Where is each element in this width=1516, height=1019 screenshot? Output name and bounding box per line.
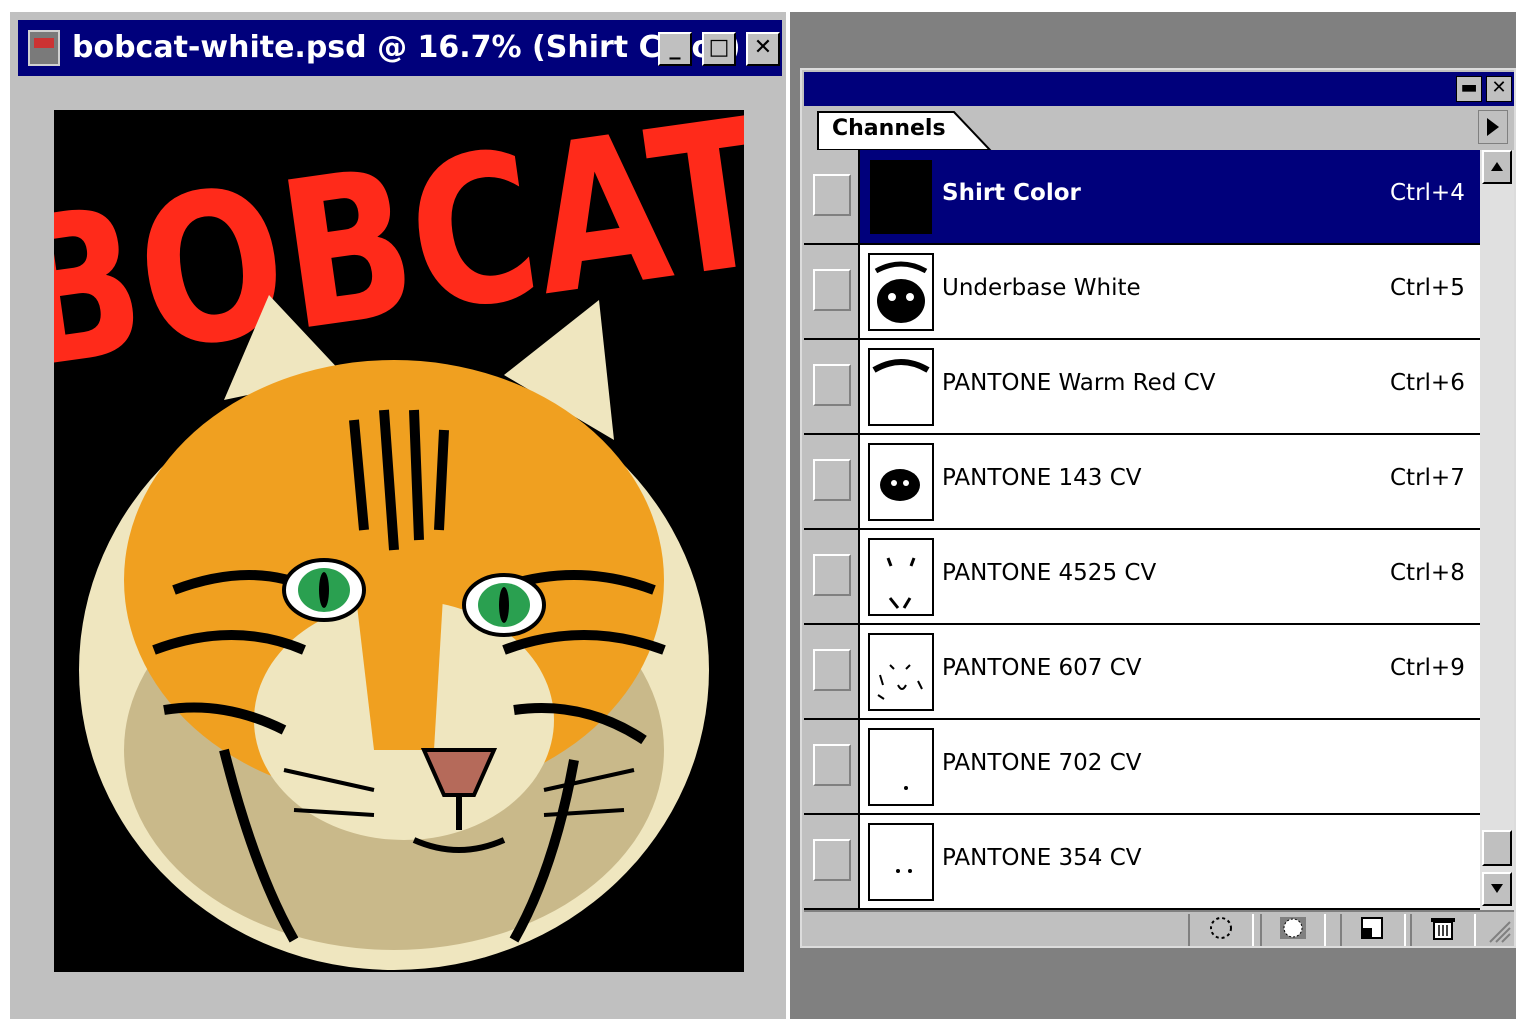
load-selection-button[interactable] [1188, 914, 1254, 946]
tab-channels[interactable]: Channels [832, 116, 946, 141]
new-channel-button[interactable] [1340, 914, 1406, 946]
channel-shortcut: Ctrl+9 [1390, 655, 1465, 681]
arrow-down-icon [1491, 884, 1503, 893]
arrow-up-icon [1491, 162, 1503, 171]
save-selection-button[interactable] [1260, 914, 1326, 946]
channel-name: PANTONE 4525 CV [942, 560, 1157, 586]
channel-thumbnail [868, 728, 934, 806]
palette-title-bar[interactable]: ▬ ✕ [804, 72, 1514, 106]
channel-row[interactable]: Underbase White Ctrl+5 [804, 245, 1480, 340]
channel-name: PANTONE 607 CV [942, 655, 1142, 681]
channel-name: PANTONE 354 CV [942, 845, 1142, 871]
channel-name: Shirt Color [942, 180, 1081, 206]
channel-shortcut: Ctrl+4 [1390, 180, 1465, 206]
close-icon: ✕ [753, 35, 773, 60]
palette-button-bar [804, 910, 1514, 946]
eye-icon [813, 649, 851, 691]
eye-icon [813, 459, 851, 501]
channel-shortcut: Ctrl+8 [1390, 560, 1465, 586]
channel-thumbnail [868, 253, 934, 331]
palette-minimize-button[interactable]: ▬ [1456, 76, 1482, 102]
channel-thumbnail [868, 443, 934, 521]
channel-name: PANTONE 702 CV [942, 750, 1142, 776]
visibility-toggle[interactable] [804, 245, 860, 338]
visibility-toggle[interactable] [804, 720, 860, 813]
maximize-button[interactable]: □ [702, 32, 736, 66]
visibility-toggle[interactable] [804, 815, 860, 908]
maximize-icon: □ [708, 35, 730, 60]
trash-icon [1431, 918, 1455, 940]
close-icon: ✕ [1491, 77, 1507, 98]
channel-list-scrollbar[interactable] [1480, 150, 1514, 910]
eye-icon [813, 839, 851, 881]
panel-menu-arrow-icon[interactable] [1478, 110, 1508, 144]
visibility-toggle[interactable] [804, 625, 860, 718]
channel-thumbnail [868, 348, 934, 426]
delete-channel-button[interactable] [1410, 914, 1476, 946]
close-button[interactable]: ✕ [746, 32, 780, 66]
visibility-toggle[interactable] [804, 150, 860, 243]
channel-shortcut: Ctrl+5 [1390, 275, 1465, 301]
eye-icon [813, 744, 851, 786]
channel-row[interactable]: PANTONE Warm Red CV Ctrl+6 [804, 340, 1480, 435]
eye-icon [813, 269, 851, 311]
resize-grip-icon[interactable] [1486, 916, 1512, 944]
minimize-icon: ▬ [1460, 77, 1478, 98]
channel-shortcut: Ctrl+7 [1390, 465, 1465, 491]
channel-thumbnail [868, 633, 934, 711]
channel-row[interactable]: PANTONE 143 CV Ctrl+7 [804, 435, 1480, 530]
document-window: bobcat-white.psd @ 16.7% (Shirt Color) _… [10, 12, 786, 1019]
channel-row[interactable]: Shirt Color Ctrl+4 [804, 150, 1480, 245]
channel-row[interactable]: PANTONE 607 CV Ctrl+9 [804, 625, 1480, 720]
channel-thumbnail [868, 823, 934, 901]
scroll-up-button[interactable] [1482, 150, 1512, 184]
channel-list: Shirt Color Ctrl+4 Underbase White Ctrl+… [804, 150, 1480, 910]
document-title: bobcat-white.psd @ 16.7% (Shirt Color) [72, 30, 741, 65]
new-channel-icon [1361, 917, 1383, 939]
document-title-bar[interactable]: bobcat-white.psd @ 16.7% (Shirt Color) _… [18, 20, 782, 76]
visibility-toggle[interactable] [804, 530, 860, 623]
channel-row[interactable]: PANTONE 354 CV [804, 815, 1480, 910]
load-selection-icon [1210, 917, 1232, 939]
minimize-icon: _ [669, 35, 681, 60]
save-selection-icon [1280, 917, 1306, 939]
photoshop-document-icon[interactable] [28, 30, 60, 66]
minimize-button[interactable]: _ [658, 32, 692, 66]
channel-name: Underbase White [942, 275, 1141, 301]
scroll-down-button[interactable] [1482, 872, 1512, 906]
scroll-thumb[interactable] [1482, 830, 1512, 866]
channel-thumbnail [868, 158, 934, 236]
channel-row[interactable]: PANTONE 4525 CV Ctrl+8 [804, 530, 1480, 625]
eye-icon [813, 364, 851, 406]
eye-icon [813, 174, 851, 216]
channel-shortcut: Ctrl+6 [1390, 370, 1465, 396]
bobcat-artwork: BOBCAT [54, 110, 744, 972]
image-canvas[interactable]: BOBCAT [54, 110, 744, 972]
channel-name: PANTONE 143 CV [942, 465, 1142, 491]
palette-tab-row: Channels [804, 106, 1514, 150]
eye-icon [813, 554, 851, 596]
channels-palette: ▬ ✕ Channels Shirt Color Ctrl+4 Underbas… [800, 68, 1516, 948]
palette-close-button[interactable]: ✕ [1486, 76, 1512, 102]
channel-name: PANTONE Warm Red CV [942, 370, 1216, 396]
channel-row[interactable]: PANTONE 702 CV [804, 720, 1480, 815]
channel-thumbnail [868, 538, 934, 616]
visibility-toggle[interactable] [804, 340, 860, 433]
visibility-toggle[interactable] [804, 435, 860, 528]
